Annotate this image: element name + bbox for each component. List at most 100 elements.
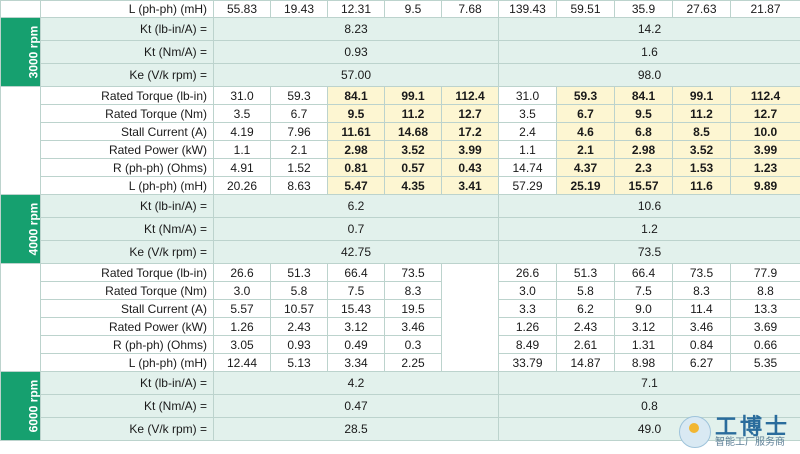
table-row: Stall Current (A) 5.57 10.57 15.43 19.5 … <box>1 299 800 318</box>
value-cell: 8.63 <box>270 176 328 195</box>
value-cell: 4.37 <box>556 158 615 177</box>
value-cell: 3.99 <box>730 140 800 159</box>
value-cell: 3.12 <box>614 317 673 336</box>
value-cell: 25.19 <box>556 176 615 195</box>
table-row: L (ph-ph) (mH) 55.83 19.43 12.31 9.5 7.6… <box>0 0 800 18</box>
value-cell: 10.0 <box>730 122 800 141</box>
row-label: L (ph-ph) (mH) <box>40 353 214 372</box>
value-cell: 84.1 <box>327 86 385 105</box>
value-cell: 35.9 <box>614 0 673 18</box>
value-cell: 4.6 <box>556 122 615 141</box>
value-cell: 55.83 <box>213 0 271 18</box>
value-cell: 66.4 <box>614 263 673 282</box>
value-cell: 9.89 <box>730 176 800 195</box>
row-label: Kt (lb-in/A) = <box>40 17 214 41</box>
value-cell: 19.43 <box>270 0 328 18</box>
value-cell: 1.26 <box>213 317 271 336</box>
value-cell: 2.98 <box>614 140 673 159</box>
value-cell: 0.49 <box>327 335 385 354</box>
value-cell: 3.46 <box>384 317 442 336</box>
value-cell: 77.9 <box>730 263 800 282</box>
rpm-label-6000: 6000 rpm <box>0 371 41 441</box>
table-row: Kt (Nm/A) = 0.47 0.8 <box>1 394 800 418</box>
table-row: 4000 rpm Kt (lb-in/A) = 6.2 10.6 <box>0 194 800 264</box>
value-cell: 1.2 <box>498 217 800 241</box>
table-row: L (ph-ph) (mH) 20.26 8.63 5.47 4.35 3.41… <box>1 176 800 195</box>
value-cell: 73.5 <box>672 263 731 282</box>
value-cell: 11.2 <box>384 104 442 123</box>
value-cell: 12.7 <box>441 104 499 123</box>
value-cell: 3.52 <box>384 140 442 159</box>
value-cell: 6.2 <box>213 194 499 218</box>
value-cell: 51.3 <box>270 263 328 282</box>
value-cell: 10.6 <box>498 194 800 218</box>
value-cell: 3.5 <box>498 104 557 123</box>
value-cell: 4.19 <box>213 122 271 141</box>
value-cell: 5.13 <box>270 353 328 372</box>
table-row: Ke (V/k rpm) = 28.5 49.0 <box>1 417 800 441</box>
table-row: Kt (Nm/A) = 0.93 1.6 <box>1 40 800 64</box>
value-cell: 20.26 <box>213 176 271 195</box>
value-cell: 12.44 <box>213 353 271 372</box>
value-cell: 0.93 <box>270 335 328 354</box>
row-label: R (ph-ph) (Ohms) <box>40 335 214 354</box>
value-cell: 11.6 <box>672 176 731 195</box>
table-row: Rated Torque (Nm) 3.0 5.8 7.5 8.3 3.0 5.… <box>1 281 800 300</box>
row-label: Rated Torque (lb-in) <box>40 86 214 105</box>
value-cell: 8.8 <box>730 281 800 300</box>
value-cell: 4.91 <box>213 158 271 177</box>
row-label: L (ph-ph) (mH) <box>40 0 214 18</box>
value-cell: 9.5 <box>614 104 673 123</box>
table-row: Kt (Nm/A) = 0.7 1.2 <box>1 217 800 241</box>
value-cell: 98.0 <box>498 63 800 87</box>
value-cell: 2.4 <box>498 122 557 141</box>
row-label: Ke (V/k rpm) = <box>40 63 214 87</box>
table-row: R (ph-ph) (Ohms) 4.91 1.52 0.81 0.57 0.4… <box>1 158 800 177</box>
value-cell: 7.5 <box>327 281 385 300</box>
value-cell: 10.57 <box>270 299 328 318</box>
value-cell: 9.5 <box>384 0 442 18</box>
table-row: Ke (V/k rpm) = 42.75 73.5 <box>1 240 800 264</box>
value-cell: 1.26 <box>498 317 557 336</box>
value-cell: 139.43 <box>498 0 557 18</box>
row-label: Kt (Nm/A) = <box>40 394 214 418</box>
value-cell: 7.1 <box>498 371 800 395</box>
value-cell: 3.3 <box>498 299 557 318</box>
value-cell: 51.3 <box>556 263 615 282</box>
row-label: Stall Current (A) <box>40 299 214 318</box>
value-cell: 2.61 <box>556 335 615 354</box>
table-row: Rated Power (kW) 1.1 2.1 2.98 3.52 3.99 … <box>1 140 800 159</box>
value-cell: 3.46 <box>672 317 731 336</box>
value-cell: 6.27 <box>672 353 731 372</box>
row-label: Kt (Nm/A) = <box>40 40 214 64</box>
value-cell: 2.1 <box>270 140 328 159</box>
value-cell: 84.1 <box>614 86 673 105</box>
value-cell: 12.7 <box>730 104 800 123</box>
value-cell: 1.1 <box>213 140 271 159</box>
value-cell: 5.8 <box>270 281 328 300</box>
value-cell: 27.63 <box>672 0 731 18</box>
value-cell: 1.6 <box>498 40 800 64</box>
row-label: Rated Torque (lb-in) <box>40 263 214 282</box>
value-cell: 42.75 <box>213 240 499 264</box>
value-cell: 21.87 <box>730 0 800 18</box>
motor-spec-table: L (ph-ph) (mH) 55.83 19.43 12.31 9.5 7.6… <box>0 0 800 441</box>
value-cell: 8.3 <box>384 281 442 300</box>
value-cell: 2.1 <box>556 140 615 159</box>
value-cell: 31.0 <box>498 86 557 105</box>
value-cell: 3.05 <box>213 335 271 354</box>
value-cell: 5.47 <box>327 176 385 195</box>
value-cell: 8.3 <box>672 281 731 300</box>
value-cell: 1.53 <box>672 158 731 177</box>
value-cell: 6.2 <box>556 299 615 318</box>
value-cell: 3.69 <box>730 317 800 336</box>
value-cell: 11.61 <box>327 122 385 141</box>
value-cell: 1.52 <box>270 158 328 177</box>
row-label: Kt (lb-in/A) = <box>40 371 214 395</box>
value-cell: 7.96 <box>270 122 328 141</box>
value-cell: 31.0 <box>213 86 271 105</box>
row-label: Ke (V/k rpm) = <box>40 240 214 264</box>
table-row: R (ph-ph) (Ohms) 3.05 0.93 0.49 0.3 8.49… <box>1 335 800 354</box>
value-cell: 2.25 <box>384 353 442 372</box>
table-row: 6000 rpm Kt (lb-in/A) = 4.2 7.1 <box>0 371 800 441</box>
